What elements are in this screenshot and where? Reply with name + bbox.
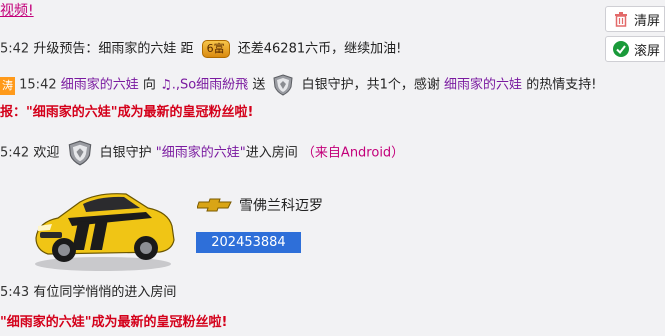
enter-room-text: 进入房间	[245, 145, 298, 161]
client-source-text: （来自Android）	[301, 145, 405, 161]
username-link[interactable]: "细雨家的六娃"	[156, 146, 246, 161]
chat-message-upgrade: 5:42 升级预告：细雨家的六娃 距 6富 还差46281六币，继续加油!	[0, 40, 401, 59]
clear-screen-label: 清屏	[634, 13, 661, 29]
welcome-text: 欢迎	[33, 145, 60, 161]
trash-icon	[615, 12, 627, 27]
scroll-screen-button[interactable]: 滚屏	[605, 36, 665, 62]
car-brand-name: 雪佛兰科迈罗	[239, 198, 323, 214]
check-circle-icon	[613, 41, 629, 57]
car-brand: 雪佛兰科迈罗	[197, 195, 323, 215]
gift-description: 白银守护，共1个，感谢	[301, 77, 440, 93]
camaro-car-icon	[35, 193, 175, 271]
thanks-text: 的热情支持!	[526, 77, 597, 93]
message-time: 5:42	[0, 145, 30, 161]
message-time: 5:43	[0, 285, 30, 300]
car-image	[28, 178, 178, 277]
silver-guard-shield-icon	[273, 74, 294, 96]
thanked-username-link[interactable]: 细雨家的六娃	[444, 78, 522, 93]
system-announcement: "细雨家的六娃"成为最新的皇冠粉丝啦!	[0, 315, 228, 330]
chat-message-anonymous-enter: 5:43 有位同学悄悄的进入房间	[0, 284, 176, 302]
silver-guard-shield-icon	[68, 140, 91, 166]
clear-screen-button[interactable]: 清屏	[605, 6, 665, 32]
chat-message-gift: 涛 15:42 细雨家的六娃 向 ♫.,So细雨紛飛 送 白银守护，共1个，感谢…	[0, 74, 596, 96]
user-id-badge[interactable]: 202453884	[196, 232, 301, 253]
chevrolet-logo-icon	[197, 198, 232, 212]
guard-role-text: 白银守护	[99, 145, 152, 161]
anonymous-enter-text: 有位同学悄悄的进入房间	[33, 285, 177, 300]
message-time: 15:42	[19, 77, 57, 93]
scroll-screen-label: 滚屏	[634, 43, 661, 59]
system-announcement: 报："细雨家的六娃"成为最新的皇冠粉丝啦!	[0, 105, 254, 120]
upgrade-remaining-text: 还差46281六币，继续加油!	[237, 41, 402, 57]
message-time: 5:42	[0, 41, 30, 57]
target-username-link[interactable]: ♫.,So细雨紛飛	[160, 78, 248, 93]
send-verb: 送	[252, 77, 266, 93]
rich-level-badge: 6富	[201, 40, 230, 58]
chat-message-welcome: 5:42 欢迎 白银守护 "细雨家的六娃"进入房间 （来自Android）	[0, 140, 404, 166]
gift-verb: 向	[142, 77, 156, 93]
user-level-badge: 涛	[0, 76, 15, 95]
upgrade-text: 升级预告：细雨家的六娃 距	[33, 41, 194, 57]
top-partial-link[interactable]: 视频!	[0, 2, 34, 20]
username-link[interactable]: 细雨家的六娃	[61, 78, 139, 93]
